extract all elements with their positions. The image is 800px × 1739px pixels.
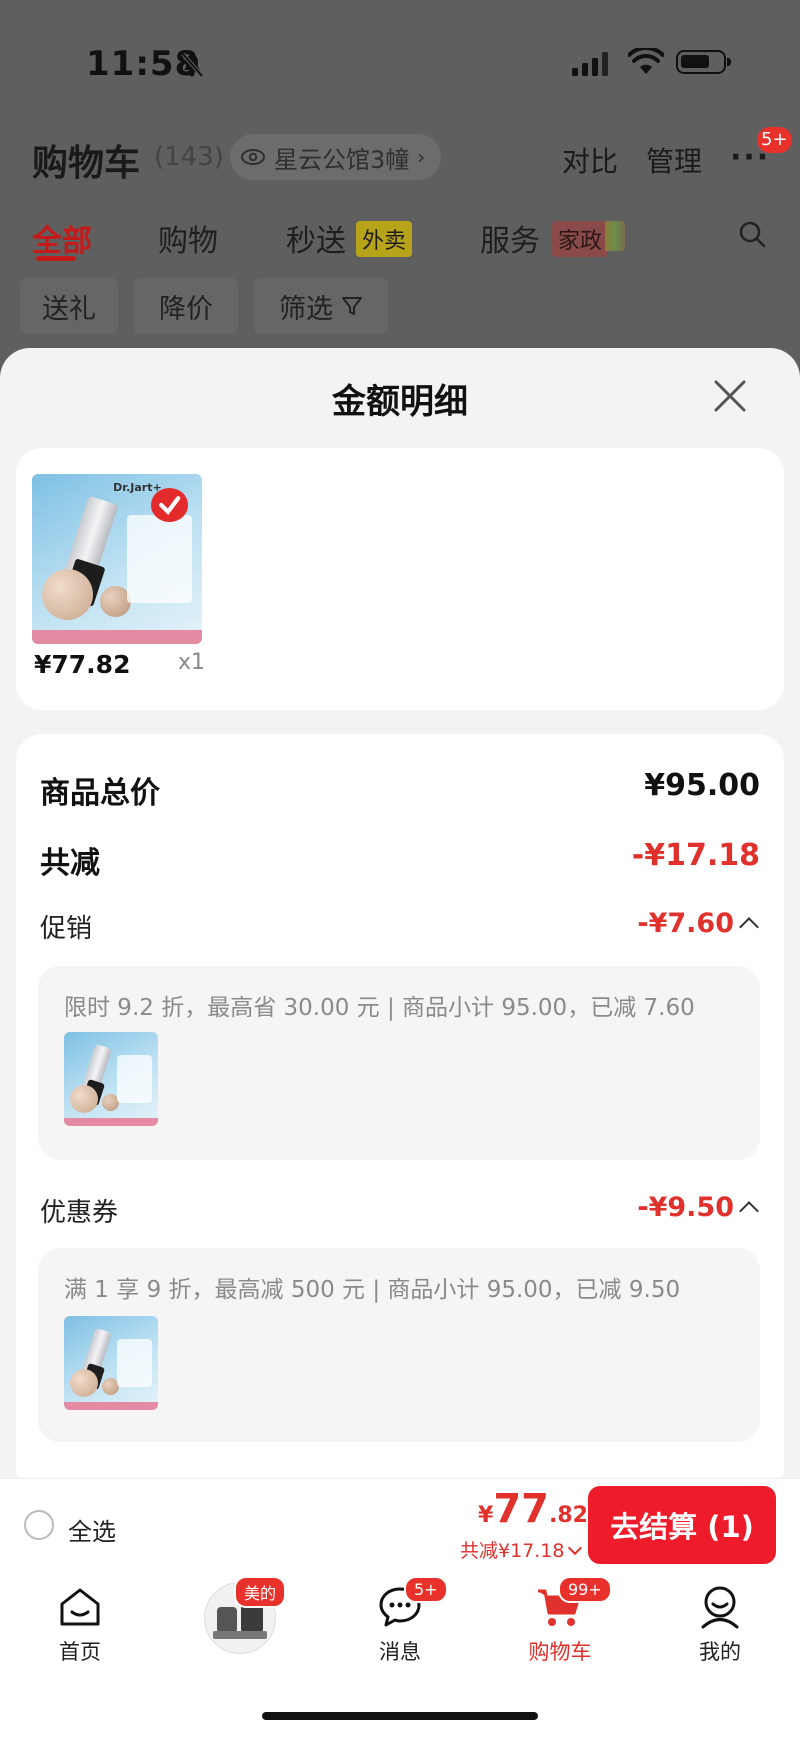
total-value: ¥95.00 (644, 768, 760, 803)
filter-funnel-icon (342, 297, 362, 315)
wifi-icon (628, 48, 664, 74)
eye-icon (241, 149, 265, 165)
tab-active-indicator (36, 256, 76, 261)
coupon-product-image (64, 1316, 158, 1410)
home-icon (60, 1588, 100, 1626)
tab-express[interactable]: 秒送 (286, 216, 346, 260)
promotion-product-image (64, 1032, 158, 1126)
chevron-up-icon (739, 1200, 759, 1221)
product-qty: x1 (178, 650, 206, 675)
coupon-label: 优惠券 (40, 1198, 119, 1228)
coupon-detail: 满 1 享 9 折，最高减 500 元 | 商品小计 95.00，已减 9.50 (64, 1277, 681, 1303)
battery-icon (676, 50, 731, 74)
product-price: ¥77.82 (34, 650, 131, 679)
promotion-value: -¥7.60 (637, 908, 734, 939)
discount-label: 共减 (40, 846, 100, 881)
location-chip[interactable]: 星云公馆3幢 › (230, 134, 442, 180)
tab-services[interactable]: 服务 (480, 216, 540, 260)
signal-icon (572, 52, 608, 76)
nav-cart-label: 购物车 (528, 1640, 592, 1664)
price-decimal: .82 (548, 1503, 588, 1528)
checkout-total: ¥77.82 (478, 1486, 588, 1532)
currency-symbol: ¥ (478, 1503, 494, 1528)
saved-toggle[interactable]: 共减¥17.18 (460, 1536, 583, 1563)
nav-cart-badge: 99+ (558, 1576, 612, 1603)
select-all-label[interactable]: 全选 (68, 1512, 116, 1547)
chevron-right-icon: › (417, 145, 426, 169)
page-title: 购物车 (32, 143, 141, 184)
cart-count: (143) (154, 142, 224, 172)
filter-gift[interactable]: 送礼 (20, 278, 118, 334)
close-icon[interactable] (712, 378, 748, 414)
saved-amount: 共减¥17.18 (460, 1540, 565, 1562)
checkout-button[interactable]: 去结算 (1) (588, 1486, 776, 1564)
tag-decoration (605, 221, 625, 251)
filter-price-drop[interactable]: 降价 (134, 278, 238, 334)
tab-all[interactable]: 全部 (32, 216, 92, 260)
nav-profile[interactable]: 我的 (665, 1582, 775, 1666)
more-badge: 5+ (757, 127, 792, 153)
filter-button[interactable]: 筛选 (254, 278, 388, 334)
tab-express-tag: 外卖 (356, 221, 413, 257)
tab-services-tag: 家政 (552, 221, 609, 257)
tab-shopping[interactable]: 购物 (158, 216, 218, 260)
profile-icon (701, 1586, 739, 1629)
chevron-up-icon (739, 916, 759, 937)
nav-home-label: 首页 (59, 1640, 101, 1664)
total-label: 商品总价 (40, 776, 160, 811)
product-image[interactable]: Dr.Jart+ (32, 474, 202, 644)
nav-profile-label: 我的 (699, 1640, 741, 1664)
select-all-radio[interactable] (24, 1510, 54, 1540)
price-integer: 77 (493, 1486, 549, 1532)
search-icon[interactable] (738, 220, 766, 248)
filter-gift-label: 送礼 (42, 293, 96, 325)
manage-button[interactable]: 管理 (646, 140, 702, 180)
check-icon (151, 487, 189, 522)
promotion-toggle[interactable]: -¥7.60 (637, 908, 759, 939)
nav-home[interactable]: 首页 (25, 1582, 135, 1666)
compare-button[interactable]: 对比 (562, 140, 618, 180)
promotion-detail: 限时 9.2 折，最高省 30.00 元 | 商品小计 95.00，已减 7.6… (64, 995, 695, 1021)
home-indicator (262, 1712, 538, 1720)
discount-value: -¥17.18 (631, 838, 760, 873)
nav-promo-badge: 美的 (234, 1576, 287, 1608)
filter-price-drop-label: 降价 (159, 293, 213, 325)
promotion-label: 促销 (40, 914, 93, 944)
status-bar: 11:58 (0, 0, 800, 110)
sheet-title: 金额明细 (332, 382, 468, 422)
filter-label: 筛选 (279, 293, 333, 325)
location-text: 星云公馆3幢 (274, 145, 410, 174)
coupon-value: -¥9.50 (637, 1192, 734, 1223)
coupon-toggle[interactable]: -¥9.50 (637, 1192, 759, 1223)
nav-messages-badge: 5+ (404, 1576, 448, 1603)
chevron-down-icon (568, 1540, 583, 1555)
mute-bell-icon (181, 52, 204, 78)
nav-messages-label: 消息 (379, 1640, 421, 1664)
